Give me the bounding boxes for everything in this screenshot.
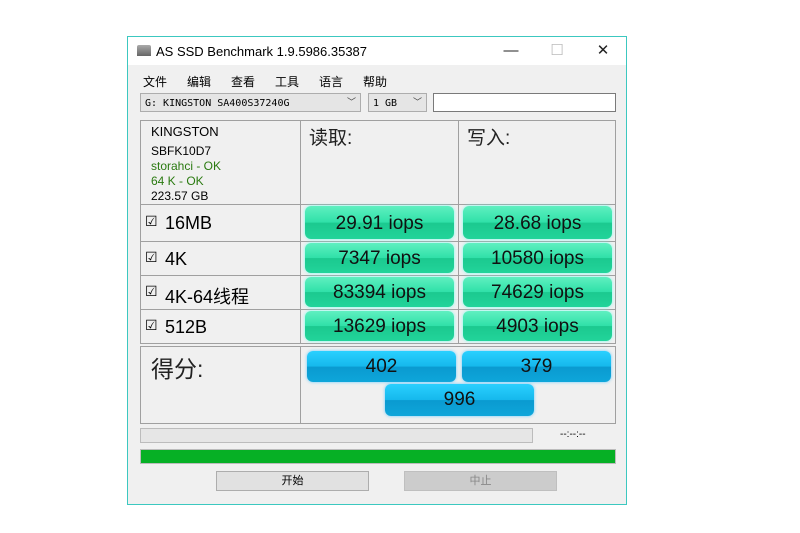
size-select[interactable]: 1 GB ﹀ (368, 93, 427, 112)
drive-select[interactable]: G: KINGSTON SA400S37240G ﹀ (140, 93, 361, 112)
title-bar: AS SSD Benchmark 1.9.5986.35387 — ☐ ✕ (128, 37, 626, 65)
size-select-value: 1 GB (373, 98, 398, 109)
text-input[interactable] (433, 93, 616, 112)
test-label: 4K (165, 248, 188, 269)
menu-tools[interactable]: 工具 (275, 73, 299, 90)
drive-vendor: KINGSTON (151, 124, 219, 139)
driver-status: storahci - OK (151, 159, 222, 173)
menu-view[interactable]: 查看 (231, 73, 255, 90)
chevron-down-icon: ﹀ (412, 98, 422, 108)
write-score: 379 (462, 351, 611, 382)
score-label: 得分: (151, 356, 204, 382)
write-header: 写入: (458, 120, 616, 205)
test-checkbox[interactable]: ☑ (145, 249, 158, 266)
elapsed-time: --:--:-- (560, 429, 586, 440)
test-label: 512B (165, 316, 208, 337)
test-row-label-cell: ☑ 512B (140, 309, 301, 344)
read-score: 402 (307, 351, 456, 382)
drive-info-panel: KINGSTON SBFK10D7 storahci - OK 64 K - O… (140, 120, 301, 205)
read-result: 13629 iops (305, 311, 454, 341)
stop-button[interactable]: 中止 (404, 471, 557, 491)
read-result: 83394 iops (305, 277, 454, 307)
menu-language[interactable]: 语言 (319, 73, 343, 90)
read-header: 读取: (300, 120, 459, 205)
app-drive-icon (137, 45, 151, 56)
write-result: 10580 iops (463, 243, 612, 273)
write-result: 4903 iops (463, 311, 612, 341)
test-progress-bar (140, 428, 533, 443)
write-result: 74629 iops (463, 277, 612, 307)
close-button[interactable]: ✕ (588, 41, 618, 61)
test-label: 4K-64线程 (165, 286, 250, 307)
write-header-label: 写入: (467, 128, 511, 149)
drive-firmware: SBFK10D7 (151, 144, 212, 158)
total-progress-bar (140, 449, 616, 464)
write-result: 28.68 iops (463, 206, 612, 239)
test-row-label-cell: ☑ 4K-64线程 (140, 275, 301, 310)
menu-help[interactable]: 帮助 (363, 73, 387, 90)
chevron-down-icon: ﹀ (346, 98, 356, 108)
drive-select-value: G: KINGSTON SA400S37240G (145, 98, 290, 109)
app-window: AS SSD Benchmark 1.9.5986.35387 — ☐ ✕ 文件… (127, 36, 627, 505)
total-progress-fill (141, 450, 615, 463)
start-button[interactable]: 开始 (216, 471, 369, 491)
test-row-label-cell: ☑ 16MB (140, 204, 301, 242)
read-result: 7347 iops (305, 243, 454, 273)
minimize-button[interactable]: — (496, 41, 526, 61)
drive-capacity: 223.57 GB (151, 189, 209, 203)
test-label: 16MB (165, 213, 213, 233)
alignment-status: 64 K - OK (151, 174, 204, 188)
menu-file[interactable]: 文件 (143, 73, 167, 90)
maximize-button[interactable]: ☐ (542, 41, 572, 61)
test-checkbox[interactable]: ☑ (145, 213, 158, 230)
read-result: 29.91 iops (305, 206, 454, 239)
test-checkbox[interactable]: ☑ (145, 317, 158, 334)
total-score: 996 (385, 384, 534, 416)
score-label-cell: 得分: (140, 346, 301, 424)
test-row-label-cell: ☑ 4K (140, 241, 301, 276)
read-header-label: 读取: (309, 128, 353, 149)
test-checkbox[interactable]: ☑ (145, 283, 158, 300)
window-title: AS SSD Benchmark 1.9.5986.35387 (156, 44, 368, 59)
menu-edit[interactable]: 编辑 (187, 73, 211, 90)
